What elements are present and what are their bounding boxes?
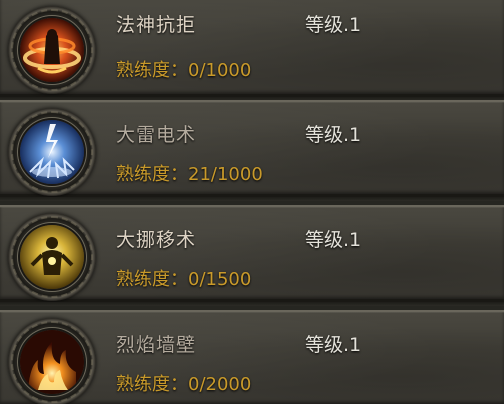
skill-list-panel: 法神抗拒 等级.1 熟练度：0/1000 大雷电术 等级.1 熟练度：21/10… (0, 0, 504, 404)
skill-name: 大挪移术 (116, 229, 197, 251)
skill-level: 等级.1 (305, 14, 362, 36)
skill-proficiency: 熟练度：21/1000 (116, 164, 263, 185)
skill-row-flame-wall[interactable]: 烈焰墙壁 等级.1 熟练度：0/2000 (0, 310, 504, 404)
skill-level: 等级.1 (305, 124, 362, 146)
skill-row-fire-resist[interactable]: 法神抗拒 等级.1 熟练度：0/1000 (0, 0, 504, 101)
skill-proficiency: 熟练度：0/1000 (116, 60, 252, 81)
fire-ring-mage-icon (20, 18, 84, 82)
skill-level: 等级.1 (305, 229, 362, 251)
skill-name: 大雷电术 (116, 124, 197, 146)
skill-icon-frame (8, 6, 96, 94)
skill-icon-frame (8, 318, 96, 404)
skill-icon-frame (8, 108, 96, 196)
skill-icon-frame (8, 213, 96, 301)
skill-name: 烈焰墙壁 (116, 334, 197, 356)
skill-level: 等级.1 (305, 334, 362, 356)
teleport-figure-icon (20, 225, 84, 289)
skill-name: 法神抗拒 (116, 14, 197, 36)
skill-row-teleport[interactable]: 大挪移术 等级.1 熟练度：0/1500 (0, 205, 504, 306)
flame-wall-icon (20, 330, 84, 394)
skill-row-thunder[interactable]: 大雷电术 等级.1 熟练度：21/1000 (0, 100, 504, 201)
skill-proficiency: 熟练度：0/2000 (116, 374, 252, 395)
lightning-icon (20, 120, 84, 184)
skill-proficiency: 熟练度：0/1500 (116, 269, 252, 290)
